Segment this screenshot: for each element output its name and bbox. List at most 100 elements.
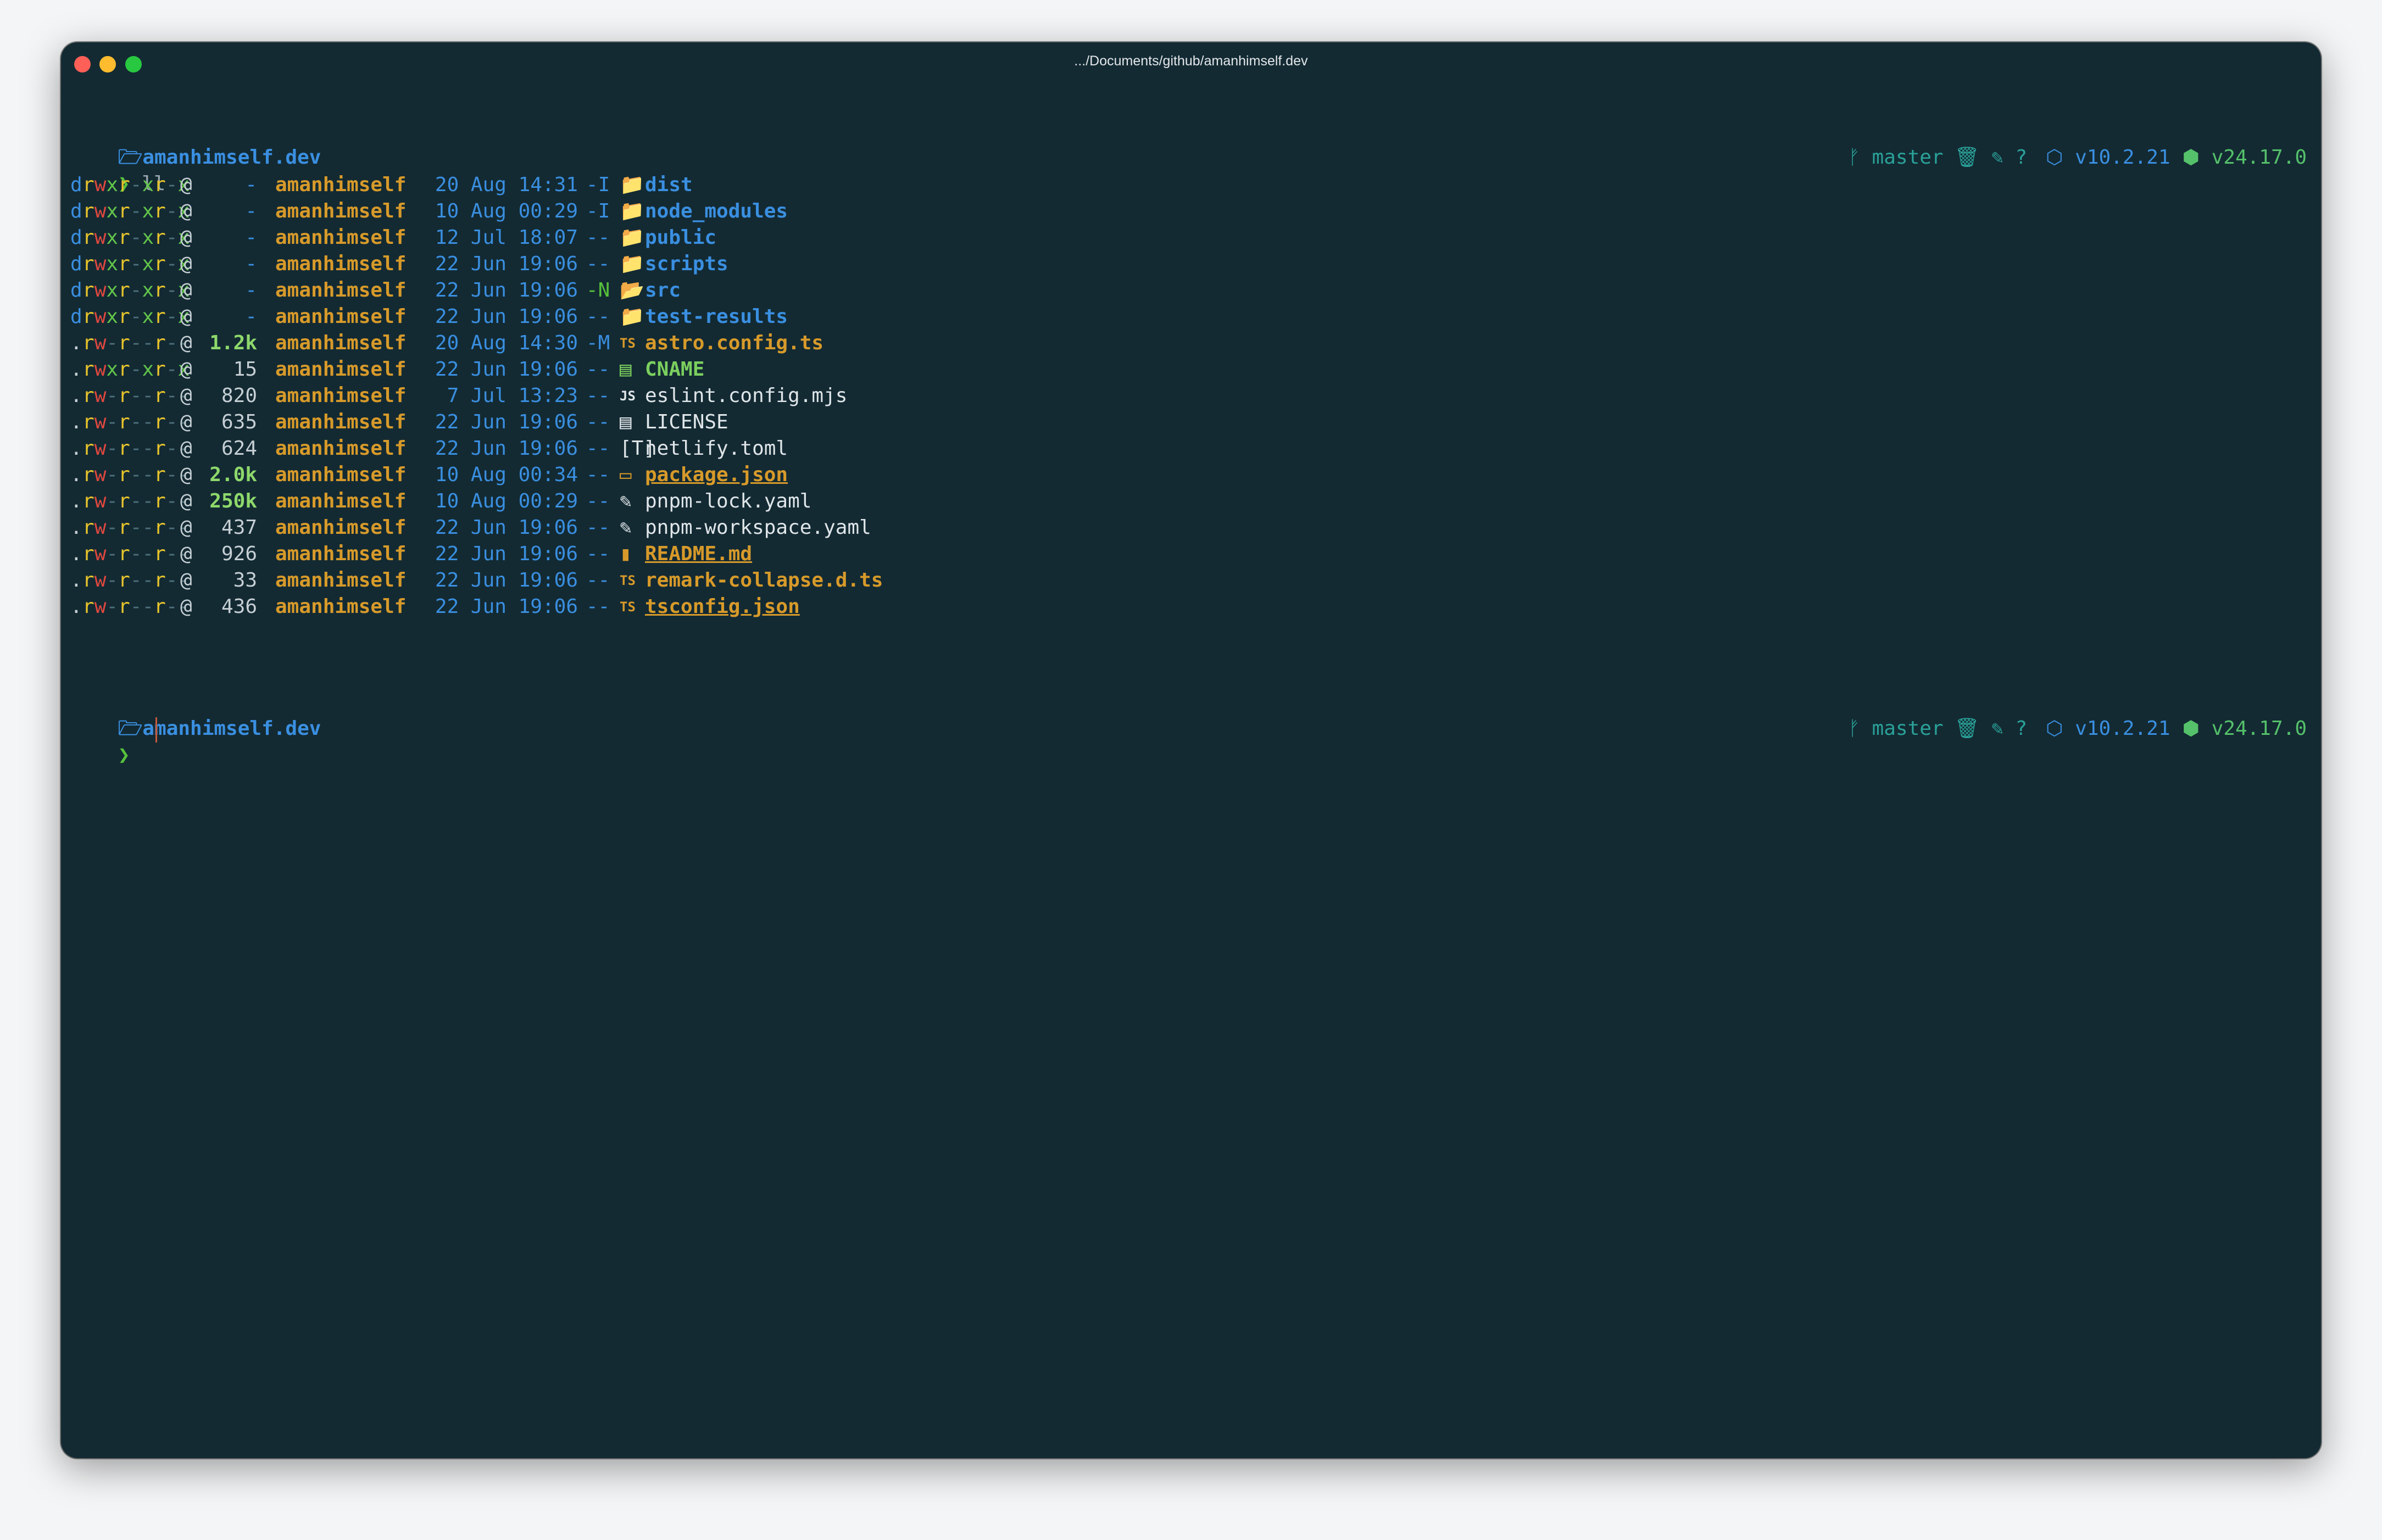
- file-owner: amanhimself: [275, 411, 407, 433]
- perm-bits: rw-r--r--: [82, 490, 190, 512]
- file-owner: amanhimself: [275, 200, 407, 222]
- list-item[interactable]: . rw-r--r-- @437 amanhimself 22 Jun 19:06 -- ✎…: [70, 515, 1169, 540]
- perm-type: .: [70, 464, 82, 486]
- file-date: 22 Jun 19:06: [435, 279, 578, 302]
- right-prompt: ᚠ master 🗑 ✎ ? ⬡ v10.2.21 ⬢ v24.17.0: [1801, 120, 2307, 169]
- file-date: 22 Jun 19:06: [435, 595, 578, 618]
- command-line: ❯ ll: [70, 146, 166, 195]
- extended-attr: @: [180, 174, 192, 196]
- list-item[interactable]: d rwxr-xr-x @ - amanhimself 20 Aug 14:31 -I 📁 di…: [70, 172, 1169, 198]
- perm-bits: rw-r--r--: [82, 332, 190, 354]
- perm-type: .: [70, 384, 82, 407]
- file-size: -: [245, 305, 257, 328]
- yaml-icon: ✎: [620, 490, 632, 512]
- input-line[interactable]: ❯: [70, 717, 130, 766]
- list-item[interactable]: d rwxr-xr-x @ - amanhimself 22 Jun 19:06 -N 📂 sr…: [70, 278, 1169, 303]
- file-date: 7 Jul 13:23: [447, 384, 578, 407]
- extended-attr: @: [180, 279, 192, 302]
- git-status: --: [586, 595, 610, 618]
- list-item[interactable]: d rwxr-xr-x @ - amanhimself 22 Jun 19:06 -- 📁 sc…: [70, 252, 1169, 277]
- perm-bits: rw-r--r--: [82, 595, 190, 618]
- list-item[interactable]: d rwxr-xr-x @ - amanhimself 22 Jun 19:06 -- 📁 te…: [70, 304, 1169, 330]
- extended-attr: @: [180, 490, 192, 512]
- file-date: 20 Aug 14:30: [435, 332, 578, 354]
- list-item[interactable]: . rw-r--r-- @820 amanhimself 7 Jul 13:23 -- JS…: [70, 383, 1169, 409]
- file-name: pnpm-workspace.yaml: [645, 516, 871, 539]
- git-status: --: [586, 384, 610, 407]
- folder-icon: 📁: [620, 226, 644, 249]
- right-prompt-2: ᚠ master 🗑 ✎ ? ⬡ v10.2.21 ⬢ v24.17.0: [1801, 691, 2307, 740]
- git-status: --: [586, 411, 610, 433]
- git-status: --: [586, 569, 610, 592]
- perm-type: d: [70, 253, 82, 275]
- list-item[interactable]: d rwxr-xr-x @ - amanhimself 10 Aug 00:29 -I 📁 no…: [70, 199, 1169, 224]
- extended-attr: @: [180, 437, 192, 460]
- node-version: v24.17.0: [2211, 717, 2307, 740]
- perm-bits: rwxr-xr-x: [82, 358, 190, 381]
- perm-type: .: [70, 516, 82, 539]
- list-item[interactable]: . rw-r--r-- @1.2k amanhimself 20 Aug 14:30 -M…: [70, 331, 1169, 356]
- list-item[interactable]: . rw-r--r-- @436 amanhimself 22 Jun 19:06 -- T…: [70, 594, 1169, 620]
- prompt-directory: amanhimself.dev: [142, 717, 321, 740]
- extended-attr: @: [180, 358, 192, 381]
- node-version: v24.17.0: [2211, 146, 2307, 169]
- extended-attr: @: [180, 253, 192, 275]
- git-branch: master: [1872, 146, 1944, 169]
- file-size: 250k: [209, 490, 257, 512]
- file-size: 15: [233, 358, 257, 381]
- perm-bits: rw-r--r--: [82, 543, 190, 565]
- file-date: 10 Aug 00:34: [435, 464, 578, 486]
- extended-attr: @: [180, 200, 192, 222]
- git-status: --: [586, 464, 610, 486]
- git-status: -M: [586, 332, 610, 354]
- git-status-icons: 🗑 ✎ ?: [1954, 717, 2027, 740]
- list-item[interactable]: . rwxr-xr-x @15 amanhimself 22 Jun 19:06 -- ▤ C…: [70, 357, 1169, 382]
- list-item[interactable]: . rw-r--r-- @926 amanhimself 22 Jun 19:06 -- ▮…: [70, 542, 1169, 567]
- javascript-icon: JS: [620, 388, 636, 404]
- file-date: 22 Jun 19:06: [435, 437, 578, 460]
- list-item[interactable]: . rw-r--r-- @635 amanhimself 22 Jun 19:06 -- ▤…: [70, 410, 1169, 435]
- file-owner: amanhimself: [275, 358, 407, 381]
- list-item[interactable]: . rw-r--r-- @624 amanhimself 22 Jun 19:06 --[…: [70, 436, 1169, 461]
- git-status: -I: [586, 200, 610, 222]
- file-size: 624: [221, 437, 257, 460]
- extended-attr: @: [180, 226, 192, 249]
- file-name: src: [645, 279, 681, 302]
- git-status: --: [586, 543, 610, 565]
- file-owner: amanhimself: [275, 384, 407, 407]
- file-name: eslint.config.mjs: [645, 384, 848, 407]
- extended-attr: @: [180, 332, 192, 354]
- license-icon: ▤: [620, 411, 632, 433]
- file-name: LICENSE: [645, 411, 728, 433]
- node-hexagon-icon: ⬢: [2182, 717, 2212, 740]
- file-owner: amanhimself: [275, 543, 407, 565]
- perm-type: .: [70, 411, 82, 433]
- extended-attr: @: [180, 384, 192, 407]
- file-size: 635: [221, 411, 257, 433]
- file-size: 926: [221, 543, 257, 565]
- file-owner: amanhimself: [275, 305, 407, 328]
- perm-type: .: [70, 595, 82, 618]
- file-size: -: [245, 200, 257, 222]
- file-size: 1.2k: [209, 332, 257, 354]
- file-size: -: [245, 253, 257, 275]
- git-status: -I: [586, 174, 610, 196]
- file-name: dist: [645, 174, 693, 196]
- extended-attr: @: [180, 543, 192, 565]
- file-name: public: [645, 226, 717, 249]
- file-owner: amanhimself: [275, 279, 407, 302]
- file-name: remark-collapse.d.ts: [645, 569, 883, 592]
- package-version: v10.2.21: [2075, 146, 2170, 169]
- perm-type: d: [70, 226, 82, 249]
- text-cursor: [155, 717, 157, 743]
- perm-type: d: [70, 200, 82, 222]
- prompt-directory: amanhimself.dev: [142, 146, 321, 169]
- list-item[interactable]: . rw-r--r-- @2.0k amanhimself 10 Aug 00:34 --…: [70, 462, 1169, 488]
- perm-bits: rw-r--r--: [82, 384, 190, 407]
- list-item[interactable]: . rw-r--r-- @250k amanhimself 10 Aug 00:29 --…: [70, 489, 1169, 514]
- list-item[interactable]: d rwxr-xr-x @ - amanhimself 12 Jul 18:07 -- 📁 pu…: [70, 225, 1169, 250]
- typescript-icon: TS: [620, 336, 636, 351]
- perm-bits: rwxr-xr-x: [82, 279, 190, 302]
- list-item[interactable]: . rw-r--r-- @33 amanhimself 22 Jun 19:06 -- TS…: [70, 568, 1169, 593]
- file-owner: amanhimself: [275, 490, 407, 512]
